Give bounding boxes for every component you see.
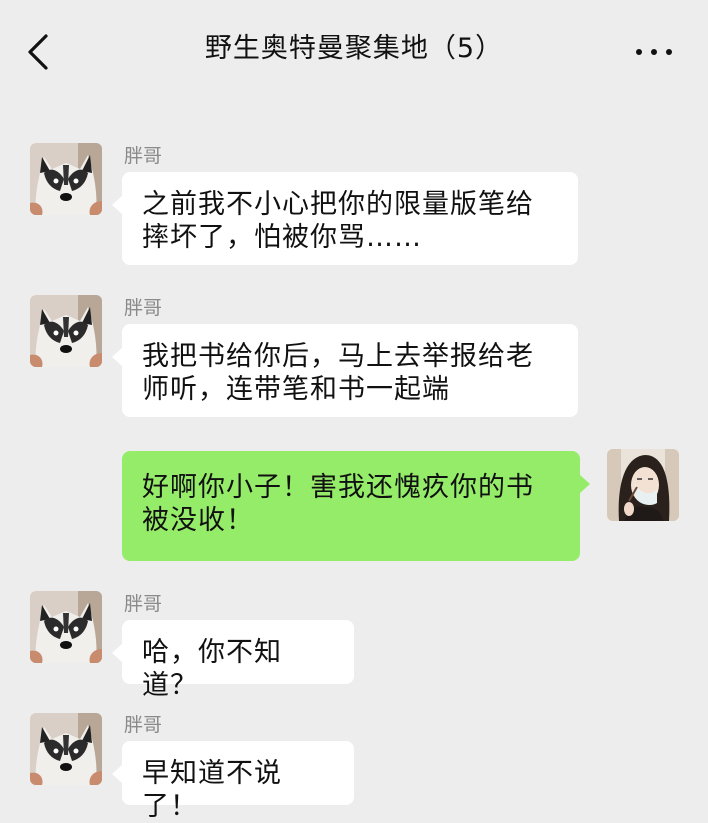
chat-title: 野生奥特曼聚集地（5）: [204, 33, 504, 64]
sender-name: 胖哥: [124, 297, 163, 319]
sender-name: 胖哥: [124, 145, 163, 167]
husky-avatar-icon: [30, 591, 102, 663]
husky-avatar-icon: [30, 143, 102, 215]
sender-name: 胖哥: [124, 593, 163, 615]
avatar[interactable]: [30, 591, 102, 663]
avatar[interactable]: [30, 143, 102, 215]
husky-avatar-icon: [30, 713, 102, 785]
husky-avatar-icon: [30, 295, 102, 367]
more-dots-icon: [636, 49, 642, 55]
avatar[interactable]: [30, 713, 102, 785]
message-bubble[interactable]: 哈，你不知道？: [112, 620, 354, 701]
message-bubble[interactable]: 之前我不小心把你的限量版笔给摔坏了，怕被你骂……: [112, 172, 578, 265]
message-bubble[interactable]: 好啊你小子！害我还愧疚你的书被没收！: [122, 451, 590, 561]
chat-header: 野生奥特曼聚集地（5）: [0, 0, 708, 96]
more-button[interactable]: [632, 36, 676, 66]
message-bubble[interactable]: 我把书给你后，马上去举报给老师听，连带笔和书一起端: [112, 324, 578, 417]
message-bubble[interactable]: 早知道不说了！: [112, 741, 354, 822]
avatar[interactable]: [607, 449, 679, 521]
avatar[interactable]: [30, 295, 102, 367]
girl-avatar-icon: [607, 449, 679, 521]
sender-name: 胖哥: [124, 714, 163, 736]
